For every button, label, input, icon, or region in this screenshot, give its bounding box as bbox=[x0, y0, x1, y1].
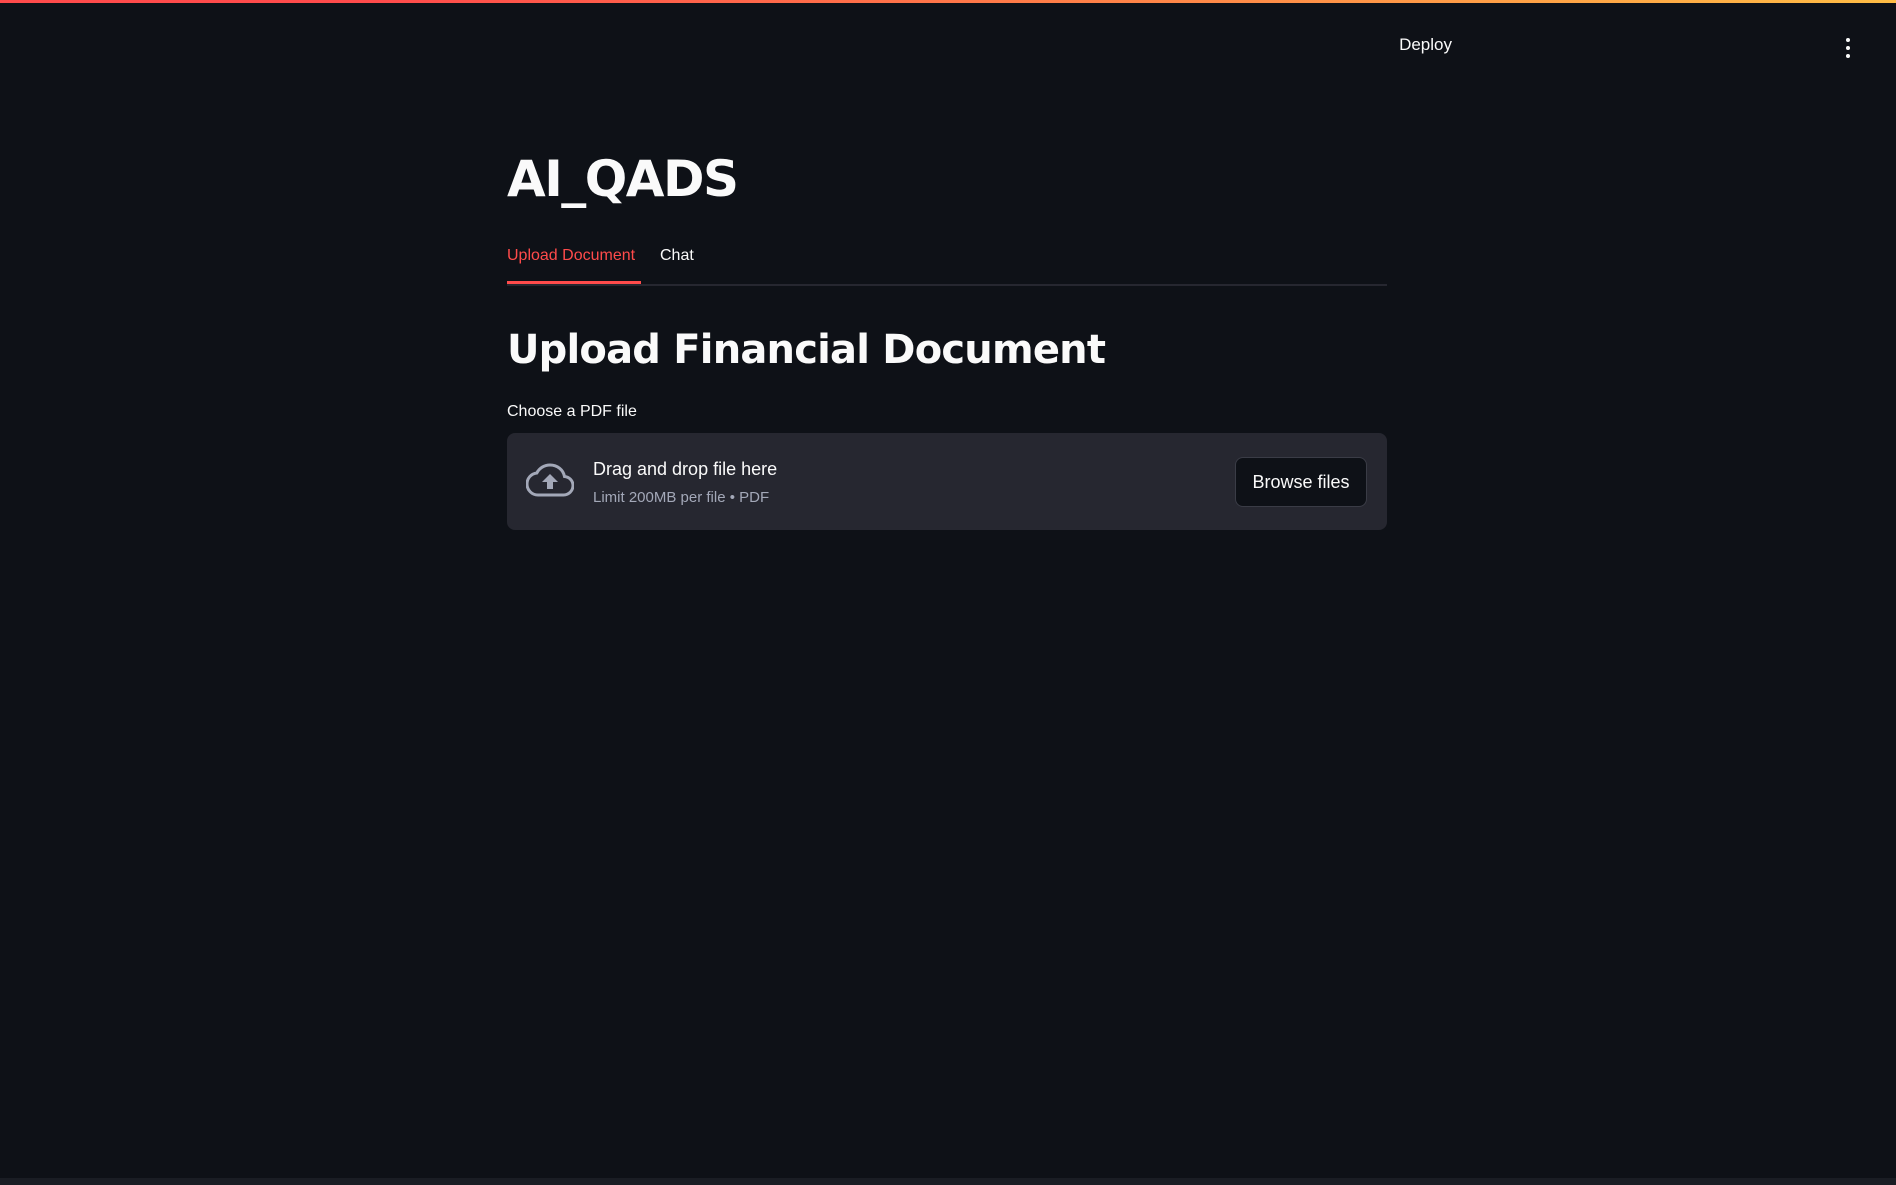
tab-bar: Upload Document Chat bbox=[507, 240, 1387, 286]
file-dropzone[interactable]: Drag and drop file here Limit 200MB per … bbox=[507, 433, 1387, 530]
file-limit-text: Limit 200MB per file • PDF bbox=[593, 489, 770, 506]
bottom-edge bbox=[0, 1178, 1896, 1185]
file-uploader-label: Choose a PDF file bbox=[507, 403, 637, 420]
app-header: Deploy bbox=[0, 0, 1896, 90]
vertical-ellipsis-icon bbox=[1846, 38, 1850, 42]
main-menu-button[interactable] bbox=[1836, 30, 1860, 60]
tab-upload-document[interactable]: Upload Document bbox=[507, 240, 641, 284]
cloud-upload-icon bbox=[526, 463, 574, 497]
section-heading: Upload Financial Document bbox=[507, 327, 1106, 373]
deploy-button[interactable]: Deploy bbox=[1391, 30, 1460, 60]
app-title: AI_QADS bbox=[507, 150, 739, 208]
tab-chat[interactable]: Chat bbox=[660, 240, 694, 284]
active-tab-indicator bbox=[507, 281, 641, 284]
drop-instructions: Drag and drop file here bbox=[593, 459, 778, 479]
browse-files-button[interactable]: Browse files bbox=[1235, 457, 1367, 507]
